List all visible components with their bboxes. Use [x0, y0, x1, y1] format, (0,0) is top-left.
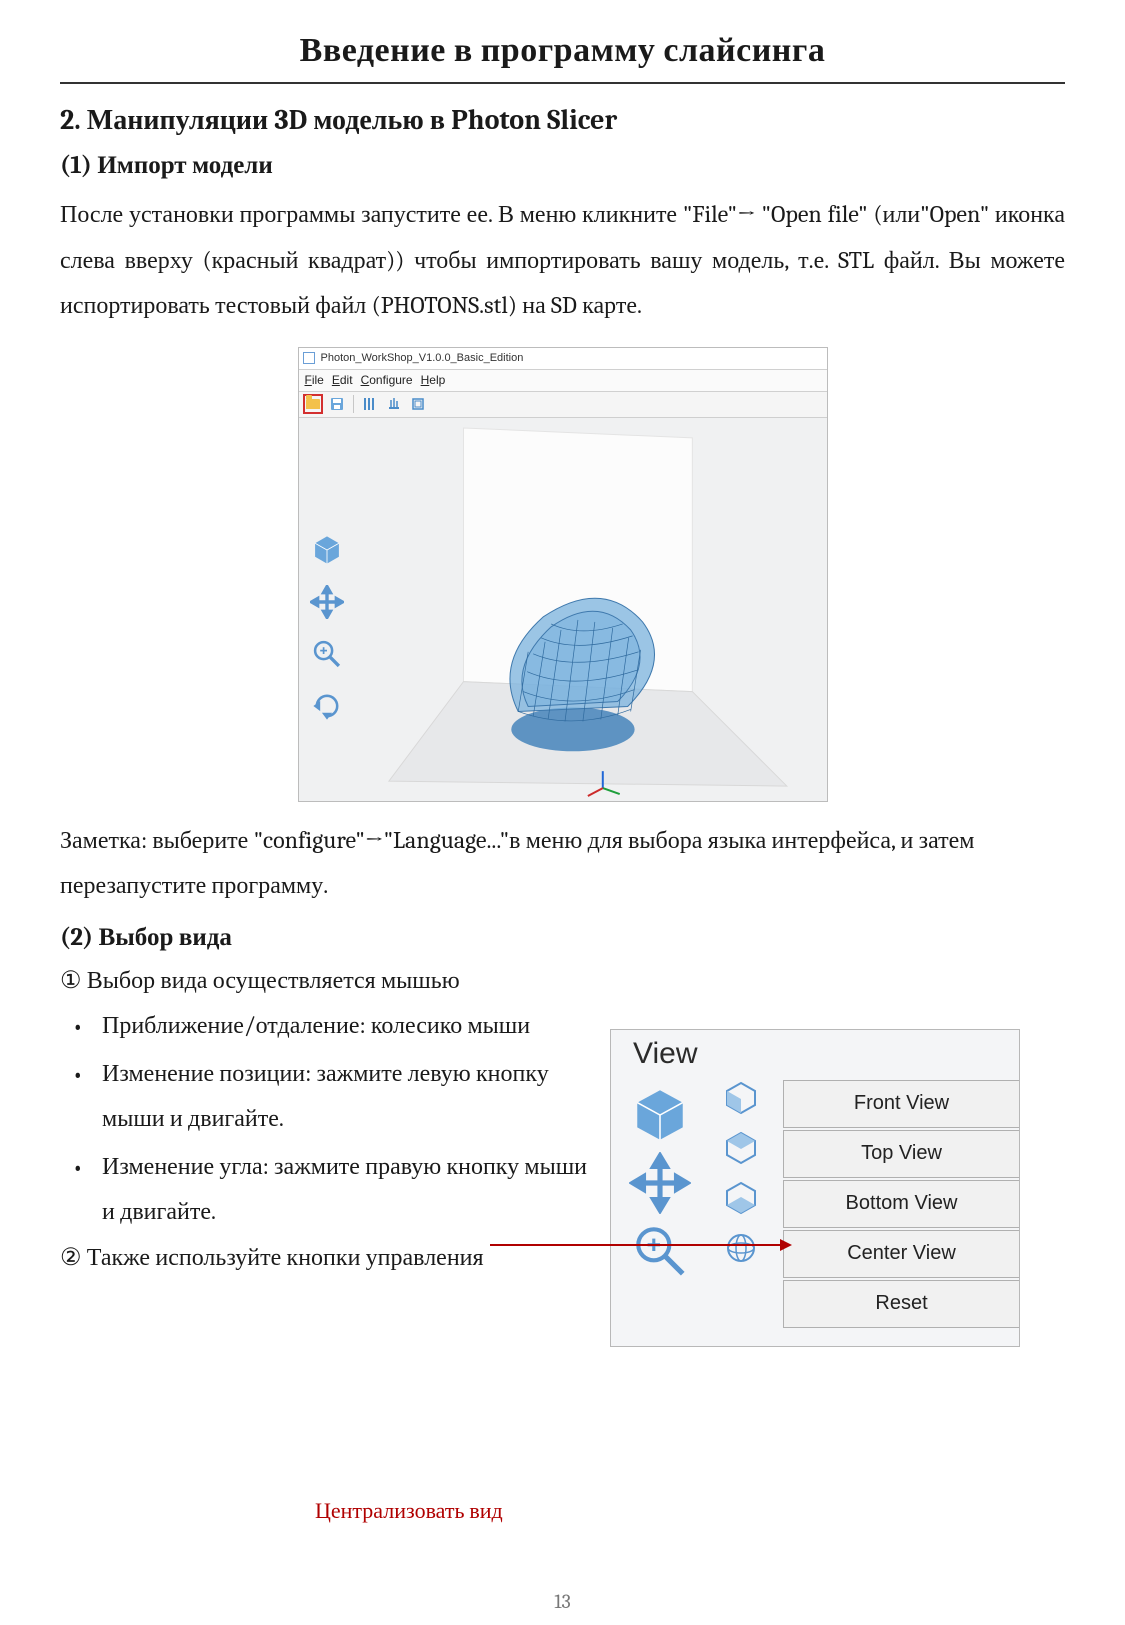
move-arrows-icon[interactable] [629, 1152, 691, 1214]
view-panel-left-tools [615, 1078, 705, 1282]
import-body-text: После установки программы запустите ее. … [60, 192, 1065, 329]
menu-edit[interactable]: Edit [332, 373, 353, 387]
cube-bottom-icon[interactable] [723, 1180, 759, 1216]
slice-icon [362, 396, 378, 412]
sphere-icon[interactable] [723, 1230, 759, 1266]
zoom-in-icon[interactable] [310, 637, 344, 671]
front-view-button[interactable]: Front View [783, 1080, 1019, 1128]
zoom-in-icon[interactable] [629, 1220, 691, 1282]
menu-file[interactable]: FFileile [305, 373, 324, 387]
callout-label: Централизовать вид [315, 1498, 503, 1524]
app-window-title: Photon_WorkShop_V1.0.0_Basic_Edition [321, 352, 524, 364]
menu-configure[interactable]: Configure [361, 373, 413, 387]
cube-icon[interactable] [310, 533, 344, 567]
open-file-button[interactable] [303, 394, 323, 414]
page-title: Введение в программу слайсинга [60, 30, 1065, 84]
top-view-button[interactable]: Top View [783, 1130, 1019, 1178]
page-number: 13 [554, 1590, 570, 1613]
photon-workshop-screenshot: Photon_WorkShop_V1.0.0_Basic_Edition FFi… [298, 347, 828, 802]
callout-arrow [490, 1244, 790, 1246]
app-toolbar [299, 392, 827, 418]
buildplate-scene [299, 418, 827, 801]
cube-top-icon[interactable] [723, 1130, 759, 1166]
hollow-button[interactable] [408, 394, 428, 414]
app-menu-bar: FFileile Edit Configure Help [299, 370, 827, 392]
dig-icon [410, 396, 426, 412]
view-panel-heading: View [611, 1030, 1019, 1078]
cube-front-icon[interactable] [723, 1080, 759, 1116]
move-arrows-icon[interactable] [310, 585, 344, 619]
bullet-pan: Изменение позиции: зажмите левую кнопку … [60, 1051, 600, 1140]
support-icon [386, 396, 402, 412]
app-window-titlebar: Photon_WorkShop_V1.0.0_Basic_Edition [299, 348, 827, 370]
toolbar-divider [353, 395, 354, 413]
cube-icon[interactable] [629, 1084, 691, 1146]
left-tool-palette [307, 533, 347, 723]
language-note: Заметка: выберите "configure"→"Language.… [60, 818, 1065, 909]
app-icon [303, 352, 315, 364]
mouse-controls-list: Приближение/отдаление: колесико мыши Изм… [60, 1003, 600, 1233]
open-folder-icon [306, 399, 320, 409]
list-lead-1: ① Выбор вида осуществляется мышью [60, 966, 1065, 995]
reset-view-button[interactable]: Reset [783, 1280, 1019, 1328]
subsection-heading-1: (1) Импорт модели [60, 151, 1065, 180]
rotate-icon[interactable] [310, 689, 344, 723]
save-button[interactable] [327, 394, 347, 414]
bullet-zoom: Приближение/отдаление: колесико мыши [60, 1003, 600, 1047]
support-button[interactable] [384, 394, 404, 414]
bullet-rotate: Изменение угла: зажмите правую кнопку мы… [60, 1144, 600, 1233]
view-panel-mid-icons [711, 1080, 771, 1266]
subsection-heading-2: (2) Выбор вида [60, 923, 1065, 952]
list-lead-2: ② Также используйте кнопки управления [60, 1243, 600, 1272]
slice-button[interactable] [360, 394, 380, 414]
view-panel-buttons: Front View Top View Bottom View Center V… [783, 1080, 1019, 1330]
menu-help[interactable]: Help [421, 373, 446, 387]
save-icon [329, 396, 345, 412]
bottom-view-button[interactable]: Bottom View [783, 1180, 1019, 1228]
section-heading-2: 2. Манипуляции 3D моделью в Photon Slice… [60, 104, 1065, 137]
viewport-3d[interactable] [299, 418, 827, 801]
center-view-button[interactable]: Center View [783, 1230, 1019, 1278]
view-panel-screenshot: View Front View Top V [610, 1029, 1020, 1347]
